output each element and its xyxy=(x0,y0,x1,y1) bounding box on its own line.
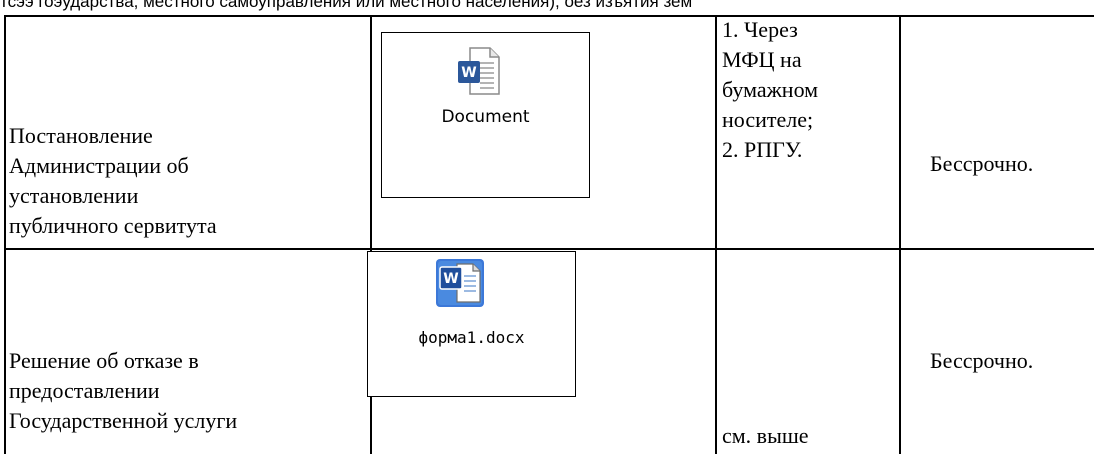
svg-text:W: W xyxy=(461,65,476,81)
word-document-icon: W xyxy=(458,47,500,95)
embedded-document-object[interactable]: W Document xyxy=(381,32,590,198)
attachment-caption: Document xyxy=(441,107,530,127)
table-row-divider xyxy=(4,248,1094,250)
delivery-line: носителе; xyxy=(722,107,814,132)
svg-text:W: W xyxy=(443,271,458,287)
document-name-cell: Решение об отказе в предоставлении Госуд… xyxy=(9,346,364,436)
word-docx-icon: W xyxy=(436,259,484,307)
document-name-line: предоставлении xyxy=(9,378,160,403)
embedded-docx-object[interactable]: W форма1.docx xyxy=(367,251,576,397)
attachment-caption: форма1.docx xyxy=(418,328,525,347)
delivery-line: 2. РПГУ. xyxy=(722,137,803,162)
table-col-divider-3 xyxy=(899,15,901,454)
document-name-line: установлении xyxy=(9,183,139,208)
table-left-border xyxy=(4,15,6,454)
delivery-method-cell: см. выше xyxy=(722,421,897,451)
table-top-border xyxy=(4,15,1094,17)
delivery-line: бумажном xyxy=(722,77,819,102)
term-cell: Бессрочно. xyxy=(930,348,1034,373)
header-strip-text: тсээ гоэударства, местного самоуправлени… xyxy=(0,0,693,11)
term-cell: Бессрочно. xyxy=(930,151,1034,176)
document-name-line: Решение об отказе в xyxy=(9,348,199,373)
table-col-divider-2 xyxy=(715,15,717,454)
document-name-line: публичного сервитута xyxy=(9,213,217,238)
delivery-line: см. выше xyxy=(722,423,809,448)
delivery-method-cell: 1. Через МФЦ на бумажном носителе; 2. РП… xyxy=(722,15,897,165)
document-name-line: Администрации об xyxy=(9,153,189,178)
document-name-line: Государственной услуги xyxy=(9,408,238,433)
delivery-line: 1. Через xyxy=(722,17,798,42)
document-name-line: Постановление xyxy=(9,123,153,148)
document-name-cell: Постановление Администрации об установле… xyxy=(9,121,364,241)
delivery-line: МФЦ на xyxy=(722,47,802,72)
